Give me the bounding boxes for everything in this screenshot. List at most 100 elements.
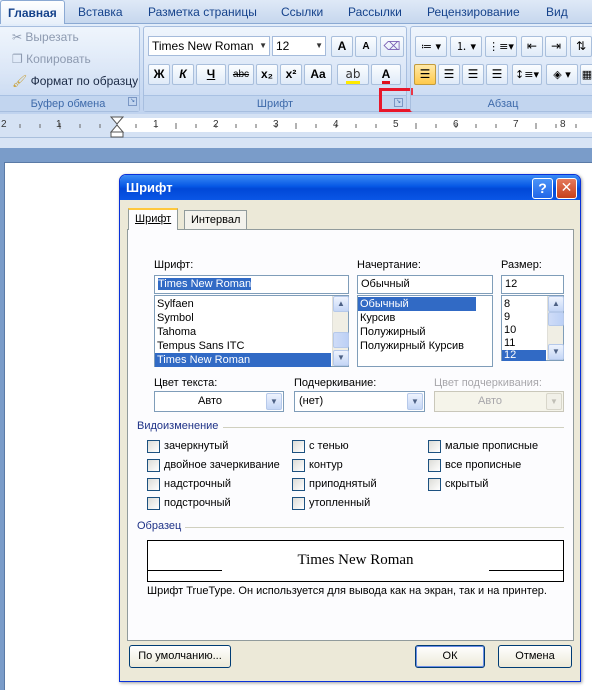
outline-checkbox[interactable]: [292, 459, 305, 472]
clear-formatting-button[interactable]: ⌫: [380, 36, 404, 57]
align-center-button[interactable]: ☰: [438, 64, 460, 85]
list-item[interactable]: Tahoma: [155, 325, 331, 339]
underline-dropdown[interactable]: (нет) ▼: [294, 391, 425, 412]
chevron-down-icon[interactable]: ▼: [407, 393, 423, 410]
bold-button[interactable]: Ж: [148, 64, 170, 85]
borders-button[interactable]: ▦: [580, 64, 592, 85]
scroll-down-icon[interactable]: ▼: [333, 350, 349, 366]
strikethrough-button[interactable]: abc: [228, 64, 254, 85]
superscript-checkbox[interactable]: [147, 478, 160, 491]
scroll-down-icon[interactable]: ▼: [548, 344, 564, 360]
engrave-checkbox[interactable]: [292, 497, 305, 510]
tab-review[interactable]: Рецензирование: [427, 0, 520, 24]
decrease-indent-button[interactable]: ⇤: [521, 36, 543, 57]
bullet-list-icon: ≔ ▾: [420, 40, 442, 53]
shrink-font-button[interactable]: A: [355, 36, 377, 57]
underline-color-dropdown[interactable]: Авто ▼: [434, 391, 564, 412]
justify-button[interactable]: ☰: [486, 64, 508, 85]
font-size-combobox[interactable]: 12 ▼: [272, 36, 326, 56]
align-left-button[interactable]: ☰: [414, 64, 436, 85]
list-item[interactable]: Symbol: [155, 311, 331, 325]
format-painter-button[interactable]: 🖌 Формат по образцу: [12, 74, 138, 88]
shading-button[interactable]: ◈ ▾: [546, 64, 578, 85]
list-item-selected[interactable]: Times New Roman: [155, 353, 331, 367]
ok-button[interactable]: ОК: [415, 645, 485, 668]
superscript-button[interactable]: x²: [280, 64, 302, 85]
double-strikethrough-checkbox[interactable]: [147, 459, 160, 472]
list-item[interactable]: Полужирный Курсив: [358, 339, 492, 353]
font-color-dropdown[interactable]: Авто ▼: [154, 391, 284, 412]
emboss-checkbox[interactable]: [292, 478, 305, 491]
align-right-button[interactable]: ☰: [462, 64, 484, 85]
tab-mailings[interactable]: Рассылки: [348, 0, 402, 24]
list-item-selected[interactable]: 12: [502, 350, 546, 361]
tab-insert[interactable]: Вставка: [78, 0, 123, 24]
size-listbox[interactable]: 8 9 10 11 12 ▲ ▼: [501, 295, 564, 361]
numbering-button[interactable]: ⒈ ▾: [450, 36, 482, 57]
style-listbox[interactable]: Обычный Курсив Полужирный Полужирный Кур…: [357, 295, 493, 367]
font-listbox[interactable]: Sylfaen Symbol Tahoma Tempus Sans ITC Ti…: [154, 295, 349, 367]
cancel-label: Отмена: [515, 650, 555, 662]
change-case-button[interactable]: Aa: [304, 64, 332, 85]
strikethrough-checkbox[interactable]: [147, 440, 160, 453]
highlight-button[interactable]: ab: [337, 64, 369, 85]
tab-font[interactable]: Шрифт: [128, 208, 179, 230]
font-color-icon: A: [381, 67, 391, 84]
underline-button[interactable]: Ч: [196, 64, 226, 85]
sort-button[interactable]: ⇅: [570, 36, 592, 57]
scroll-up-icon[interactable]: ▲: [548, 296, 564, 312]
set-default-button[interactable]: По умолчанию...: [129, 645, 231, 668]
subscript-checkbox[interactable]: [147, 497, 160, 510]
list-item[interactable]: Sylfaen: [155, 297, 331, 311]
scroll-thumb[interactable]: [548, 312, 564, 326]
tab-references[interactable]: Ссылки: [281, 0, 323, 24]
cancel-button[interactable]: Отмена: [498, 645, 572, 668]
list-item-selected[interactable]: Обычный: [358, 297, 476, 311]
ruler-mark: 1: [56, 119, 62, 130]
line-spacing-button[interactable]: ↕≡▾: [512, 64, 542, 85]
tab-spacing[interactable]: Интервал: [184, 210, 248, 230]
ruler-mark: 2: [213, 119, 219, 130]
size-field[interactable]: 12: [501, 275, 564, 294]
grow-font-button[interactable]: A: [331, 36, 353, 57]
list-item[interactable]: 9: [502, 311, 546, 324]
shadow-checkbox[interactable]: [292, 440, 305, 453]
tab-view[interactable]: Вид: [546, 0, 568, 24]
size-list-scrollbar[interactable]: ▲ ▼: [547, 296, 564, 360]
list-item[interactable]: Tempus Sans ITC: [155, 339, 331, 353]
chevron-down-icon[interactable]: ▼: [266, 393, 282, 410]
close-button[interactable]: ✕: [556, 178, 577, 199]
horizontal-ruler[interactable]: 2 1 1 2 3 4 5 6 7 8: [0, 114, 592, 138]
all-caps-checkbox[interactable]: [428, 459, 441, 472]
list-item[interactable]: Курсив: [358, 311, 492, 325]
engrave-label: утопленный: [309, 497, 371, 509]
tab-home[interactable]: Главная: [0, 0, 65, 25]
increase-indent-button[interactable]: ⇥: [545, 36, 567, 57]
list-item[interactable]: 10: [502, 324, 546, 337]
dialog-titlebar[interactable]: Шрифт: [120, 175, 580, 200]
help-button[interactable]: ?: [532, 178, 553, 199]
style-field[interactable]: Обычный: [357, 275, 493, 294]
clipboard-launcher-icon[interactable]: ↘: [128, 97, 137, 106]
small-caps-checkbox[interactable]: [428, 440, 441, 453]
underline-color-value: Авто: [478, 395, 502, 407]
list-item[interactable]: Полужирный: [358, 325, 492, 339]
hidden-checkbox[interactable]: [428, 478, 441, 491]
scroll-thumb[interactable]: [333, 332, 349, 348]
scissors-icon: ✂: [12, 30, 23, 44]
italic-button[interactable]: К: [172, 64, 194, 85]
tab-page-layout[interactable]: Разметка страницы: [148, 0, 257, 24]
outline-label: контур: [309, 459, 343, 471]
scroll-up-icon[interactable]: ▲: [333, 296, 349, 312]
cut-button[interactable]: ✂ Вырезать: [12, 30, 79, 44]
font-list-scrollbar[interactable]: ▲ ▼: [332, 296, 349, 366]
copy-button[interactable]: ❐ Копировать: [12, 52, 91, 66]
subscript-button[interactable]: x₂: [256, 64, 278, 85]
font-name-combobox[interactable]: Times New Roman ▼: [148, 36, 270, 56]
list-item[interactable]: 8: [502, 297, 546, 311]
font-color-button[interactable]: A: [371, 64, 401, 85]
multilevel-list-button[interactable]: ⋮≡▾: [485, 36, 517, 57]
bullets-button[interactable]: ≔ ▾: [415, 36, 447, 57]
truetype-note: Шрифт TrueType. Он используется для выво…: [147, 585, 547, 597]
font-name-field[interactable]: Times New Roman: [154, 275, 349, 294]
